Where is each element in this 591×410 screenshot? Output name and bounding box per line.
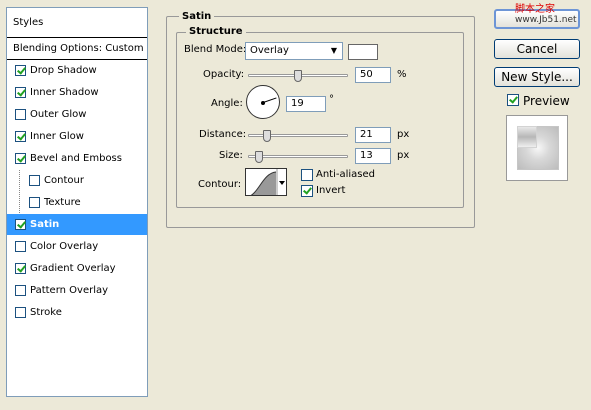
- style-item-texture[interactable]: Texture: [7, 192, 147, 214]
- inner-glow-checkbox[interactable]: [15, 131, 26, 142]
- blending-options-item[interactable]: Blending Options: Custom: [7, 38, 147, 60]
- opacity-input[interactable]: 50: [355, 67, 391, 83]
- contour-picker[interactable]: [245, 168, 287, 196]
- size-unit: px: [397, 150, 410, 161]
- style-item-stroke[interactable]: Stroke: [7, 302, 147, 324]
- angle-dial[interactable]: [246, 85, 280, 119]
- drop-shadow-label: Drop Shadow: [30, 65, 97, 76]
- chevron-down-icon: ▼: [330, 46, 338, 55]
- blend-mode-label: Blend Mode:: [184, 44, 247, 55]
- opacity-unit: %: [397, 69, 407, 80]
- contour-setting-label: Contour:: [198, 179, 242, 190]
- texture-checkbox[interactable]: [29, 197, 40, 208]
- angle-unit: °: [329, 94, 334, 105]
- style-preview-inner: [517, 126, 537, 148]
- styles-panel: Styles Blending Options: Custom Drop Sha…: [6, 7, 148, 397]
- style-item-satin[interactable]: Satin: [7, 214, 147, 236]
- satin-label: Satin: [30, 219, 60, 230]
- inner-glow-label: Inner Glow: [30, 131, 84, 142]
- stroke-checkbox[interactable]: [15, 307, 26, 318]
- satin-color-swatch[interactable]: [348, 44, 378, 60]
- inner-shadow-label: Inner Shadow: [30, 87, 99, 98]
- color-overlay-checkbox[interactable]: [15, 241, 26, 252]
- bevel-emboss-checkbox[interactable]: [15, 153, 26, 164]
- distance-label: Distance:: [199, 129, 247, 140]
- gradient-overlay-checkbox[interactable]: [15, 263, 26, 274]
- anti-aliased-checkbox[interactable]: [301, 169, 313, 181]
- distance-input[interactable]: 21: [355, 127, 391, 143]
- size-label: Size:: [219, 150, 243, 161]
- texture-label: Texture: [44, 197, 81, 208]
- bevel-emboss-label: Bevel and Emboss: [30, 153, 122, 164]
- angle-input[interactable]: 19: [286, 96, 326, 112]
- distance-unit: px: [397, 129, 410, 140]
- new-style-button[interactable]: New Style...: [494, 67, 580, 87]
- satin-group-title: Satin: [179, 11, 215, 22]
- size-input[interactable]: 13: [355, 148, 391, 164]
- inner-shadow-checkbox[interactable]: [15, 87, 26, 98]
- style-item-pattern-overlay[interactable]: Pattern Overlay: [7, 280, 147, 302]
- style-item-drop-shadow[interactable]: Drop Shadow: [7, 60, 147, 82]
- style-item-color-overlay[interactable]: Color Overlay: [7, 236, 147, 258]
- outer-glow-label: Outer Glow: [30, 109, 87, 120]
- blend-mode-value: Overlay: [250, 45, 289, 56]
- satin-checkbox[interactable]: [15, 219, 26, 230]
- stroke-label: Stroke: [30, 307, 62, 318]
- gradient-overlay-label: Gradient Overlay: [30, 263, 116, 274]
- style-item-outer-glow[interactable]: Outer Glow: [7, 104, 147, 126]
- angle-dial-pointer: [263, 97, 277, 103]
- style-item-bevel-emboss[interactable]: Bevel and Emboss: [7, 148, 147, 170]
- distance-slider-thumb[interactable]: [263, 130, 271, 142]
- watermark-line2: www.Jb51.net: [515, 15, 577, 25]
- preview-checkbox[interactable]: [507, 94, 519, 106]
- contour-curve-icon: [250, 169, 285, 195]
- styles-title[interactable]: Styles: [7, 8, 147, 38]
- invert-checkbox[interactable]: [301, 185, 313, 197]
- style-item-contour[interactable]: Contour: [7, 170, 147, 192]
- blend-mode-select[interactable]: Overlay ▼: [245, 42, 343, 60]
- angle-dial-center: [261, 101, 265, 105]
- preview-box: [506, 115, 568, 181]
- watermark-line1: 脚本之家: [515, 4, 555, 15]
- outer-glow-checkbox[interactable]: [15, 109, 26, 120]
- opacity-slider-thumb[interactable]: [294, 70, 302, 82]
- cancel-button[interactable]: Cancel: [494, 39, 580, 59]
- anti-aliased-label: Anti-aliased: [316, 169, 376, 180]
- contour-label: Contour: [44, 175, 84, 186]
- contour-checkbox[interactable]: [29, 175, 40, 186]
- color-overlay-label: Color Overlay: [30, 241, 99, 252]
- style-item-inner-shadow[interactable]: Inner Shadow: [7, 82, 147, 104]
- invert-label: Invert: [316, 185, 346, 196]
- angle-label: Angle:: [211, 98, 243, 109]
- size-slider-thumb[interactable]: [255, 151, 263, 163]
- watermark: 脚本之家 www.Jb51.net: [515, 4, 591, 26]
- pattern-overlay-label: Pattern Overlay: [30, 285, 109, 296]
- structure-group-title: Structure: [186, 26, 246, 37]
- style-item-gradient-overlay[interactable]: Gradient Overlay: [7, 258, 147, 280]
- style-item-inner-glow[interactable]: Inner Glow: [7, 126, 147, 148]
- pattern-overlay-checkbox[interactable]: [15, 285, 26, 296]
- size-slider-track[interactable]: [248, 155, 348, 158]
- drop-shadow-checkbox[interactable]: [15, 65, 26, 76]
- opacity-label: Opacity:: [203, 69, 245, 80]
- preview-label: Preview: [523, 94, 570, 108]
